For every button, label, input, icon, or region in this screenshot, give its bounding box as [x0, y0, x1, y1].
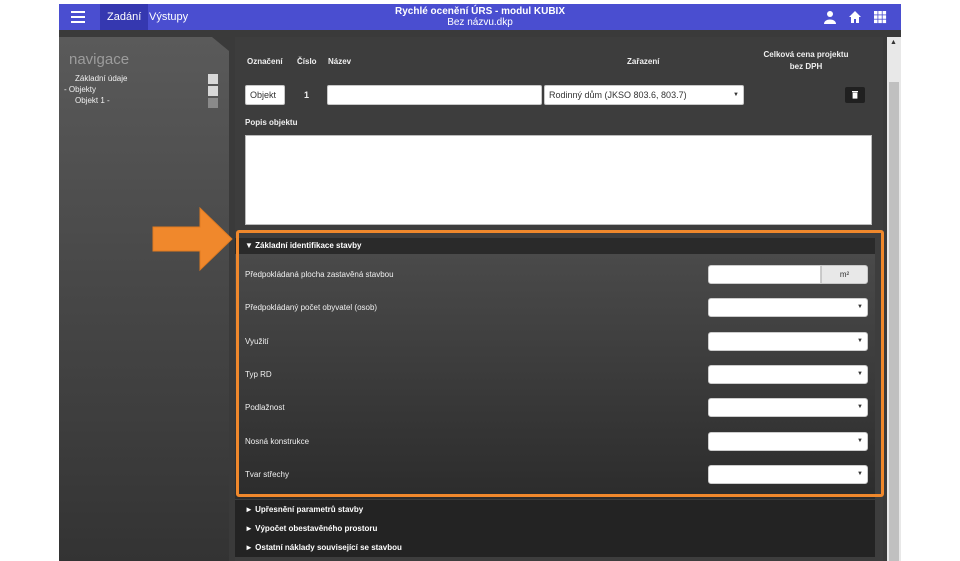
chevron-down-icon: ▼	[857, 371, 863, 377]
nav-item-objects[interactable]: - Objekty	[64, 85, 96, 95]
arrow-pointer-icon	[152, 206, 233, 272]
chevron-down-icon: ▼	[857, 304, 863, 310]
header-total-price-sub: bez DPH	[789, 62, 823, 71]
nav-item-object-1[interactable]: Objekt 1 -	[75, 96, 110, 106]
section-basic-body: Předpokládaná plocha zastavěná stavbou m…	[235, 254, 875, 499]
row-label-built-area: Předpokládaná plocha zastavěná stavbou	[245, 270, 394, 279]
header-number: Číslo	[297, 57, 317, 66]
roof-select[interactable]: ▼	[708, 465, 868, 484]
grid-icon[interactable]	[873, 10, 887, 24]
usage-select[interactable]: ▼	[708, 332, 868, 351]
description-textarea[interactable]	[245, 135, 872, 225]
floors-select[interactable]: ▼	[708, 398, 868, 417]
row-label-inhabitants: Předpokládaný počet obyvatel (osob)	[245, 303, 378, 312]
row-label-type: Typ RD	[245, 370, 272, 379]
classification-value: Rodinný dům (JKSO 803.6, 803.7)	[549, 90, 687, 100]
chevron-down-icon: ▼	[857, 471, 863, 477]
nav-status-box	[208, 98, 218, 108]
built-area-input[interactable]	[708, 265, 821, 284]
description-label: Popis objektu	[245, 118, 298, 127]
header-designation: Označení	[247, 57, 283, 66]
chevron-down-icon: ▼	[857, 404, 863, 410]
scroll-up-icon[interactable]: ▲	[890, 39, 897, 46]
classification-select[interactable]: Rodinný dům (JKSO 803.6, 803.7) ▼	[544, 85, 744, 105]
file-name: Bez názvu.dkp	[447, 17, 513, 28]
section-volume-header[interactable]: ► Výpočet obestavěného prostoru	[235, 519, 875, 538]
chevron-down-icon: ▼	[857, 438, 863, 444]
unit-label: m²	[821, 265, 868, 284]
section-other-costs-header[interactable]: ► Ostatní náklady související se stavbou	[235, 538, 875, 557]
structure-select[interactable]: ▼	[708, 432, 868, 451]
chevron-down-icon: ▼	[857, 338, 863, 344]
row-label-floors: Podlažnost	[245, 403, 285, 412]
nav-status-box	[208, 74, 218, 84]
header-name: Název	[328, 57, 352, 66]
type-select[interactable]: ▼	[708, 365, 868, 384]
designation-field[interactable]: Objekt	[245, 85, 285, 105]
user-icon[interactable]	[823, 10, 837, 24]
nav-item-basic-data[interactable]: Základní údaje	[75, 74, 127, 84]
nav-status-box	[208, 86, 218, 96]
main-panel: Označení Číslo Název Zařazení Celková ce…	[235, 37, 883, 561]
row-label-roof: Tvar střechy	[245, 470, 290, 479]
app-title: Rychlé ocenění ÚRS - modul KUBIX	[394, 6, 566, 17]
top-bar: Zadání Výstupy Rychlé ocenění ÚRS - modu…	[59, 4, 901, 30]
scroll-thumb[interactable]	[889, 82, 899, 561]
inhabitants-select[interactable]: ▼	[708, 298, 868, 317]
trash-icon	[852, 91, 858, 99]
vertical-scrollbar[interactable]: ▲	[887, 37, 901, 561]
header-total-price: Celková cena projektu	[763, 50, 849, 59]
row-label-structure: Nosná konstrukce	[245, 437, 310, 446]
app-window: Zadání Výstupy Rychlé ocenění ÚRS - modu…	[59, 4, 901, 561]
home-icon[interactable]	[848, 10, 862, 24]
row-label-usage: Využití	[245, 337, 269, 346]
navigation-sidebar: navigace Základní údaje - Objekty Objekt…	[59, 37, 229, 561]
navigation-title: navigace	[69, 51, 130, 68]
section-parameters-header[interactable]: ► Upřesnění parametrů stavby	[235, 500, 875, 519]
section-basic-header[interactable]: ▼ Základní identifikace stavby	[235, 238, 875, 254]
header-classification: Zařazení	[627, 57, 660, 66]
object-number: 1	[304, 90, 310, 100]
delete-button[interactable]	[845, 87, 865, 103]
name-field[interactable]	[327, 85, 542, 105]
chevron-down-icon: ▼	[733, 92, 739, 98]
